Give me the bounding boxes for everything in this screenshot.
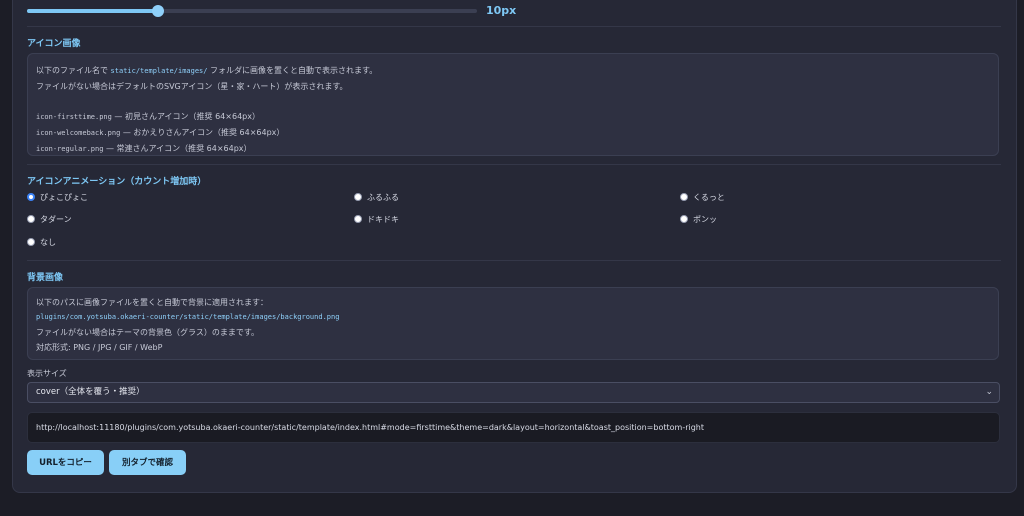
bg-section-title: 背景画像 <box>27 273 64 283</box>
bg-path: plugins/com.yotsuba.okaeri-counter/stati… <box>36 313 340 321</box>
bg-info-line4: 対応形式: PNG / JPG / GIF / WebP <box>36 343 163 352</box>
radio-icon[interactable] <box>27 215 35 223</box>
chevron-down-icon: ⌄ <box>985 387 993 397</box>
radio-icon[interactable] <box>680 215 688 223</box>
bg-info-line1: 以下のパスに画像ファイルを置くと自動で背景に適用されます： <box>36 298 268 307</box>
radio-selected-icon[interactable] <box>27 193 35 201</box>
icon-info-line1: 以下のファイル名で static/template/images/ フォルダに画… <box>36 66 378 75</box>
radio-icon[interactable] <box>354 215 362 223</box>
radio-icon[interactable] <box>354 193 362 201</box>
divider <box>27 260 1001 261</box>
size-label: 表示サイズ <box>27 369 67 378</box>
animation-section-title: アイコンアニメーション（カウント増加時） <box>27 177 207 187</box>
open-tab-button[interactable]: 別タブで確認 <box>109 450 186 475</box>
bg-info-line3: ファイルがない場合はテーマの背景色（グラス）のままです。 <box>36 328 260 337</box>
radio-dokidoki[interactable]: ドキドキ <box>354 213 399 225</box>
file-item: icon-welcomeback.png — おかえりさんアイコン（推奨 64×… <box>36 128 285 137</box>
radio-tadaan[interactable]: タダーン <box>27 213 72 225</box>
url-field[interactable]: http://localhost:11180/plugins/com.yotsu… <box>27 412 1000 443</box>
slider-thumb[interactable] <box>151 5 164 17</box>
radio-pon[interactable]: ポンッ <box>680 213 717 225</box>
folder-path: static/template/images/ <box>110 67 208 75</box>
size-slider[interactable]: 10px <box>27 4 547 18</box>
bg-info-box: 以下のパスに画像ファイルを置くと自動で背景に適用されます： plugins/co… <box>27 287 999 360</box>
slider-track[interactable] <box>27 5 477 17</box>
radio-kurutto[interactable]: くるっと <box>680 191 725 203</box>
radio-icon[interactable] <box>27 238 35 246</box>
radio-icon[interactable] <box>680 193 688 201</box>
radio-none[interactable]: なし <box>27 236 56 248</box>
radio-pyoko[interactable]: ぴょこぴょこ <box>27 191 88 203</box>
divider <box>27 164 1001 165</box>
slider-fill <box>27 9 158 13</box>
copy-url-button[interactable]: URLをコピー <box>27 450 104 475</box>
size-select[interactable]: cover（全体を覆う・推奨） ⌄ <box>27 382 1000 403</box>
file-item: icon-regular.png — 常連さんアイコン（推奨 64×64px） <box>36 144 252 153</box>
radio-furufuru[interactable]: ふるふる <box>354 191 399 203</box>
file-item: icon-firsttime.png — 初見さんアイコン（推奨 64×64px… <box>36 112 260 121</box>
divider <box>27 26 1001 27</box>
size-select-value: cover（全体を覆う・推奨） <box>36 387 145 397</box>
icon-section-title: アイコン画像 <box>27 39 81 49</box>
slider-value: 10px <box>486 4 517 17</box>
icon-info-box: 以下のファイル名で static/template/images/ フォルダに画… <box>27 53 999 156</box>
icon-info-line2: ファイルがない場合はデフォルトのSVGアイコン（星・家・ハート）が表示されます。 <box>36 82 348 91</box>
